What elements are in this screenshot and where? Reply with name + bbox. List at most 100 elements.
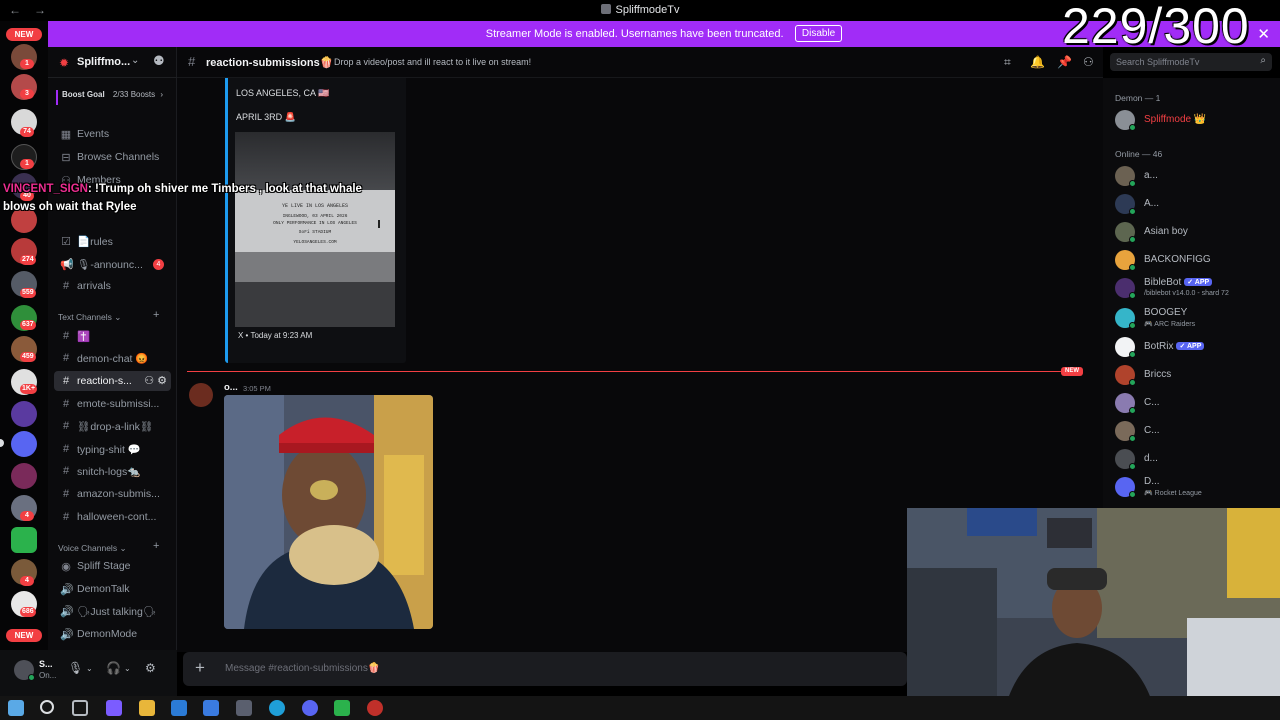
windows-taskbar (0, 696, 1280, 720)
search-input[interactable]: Search SpliffmodeTv ⌕ (1110, 53, 1272, 71)
mention-badge: 637 (20, 320, 36, 330)
member-row[interactable]: D... 🎮 Rocket League (1115, 475, 1275, 501)
channel-rules[interactable]: ☑ 📄rules (54, 231, 171, 251)
disable-streamer-mode-button[interactable]: Disable (794, 25, 843, 42)
server-icon[interactable] (11, 401, 37, 427)
channel-settings-icon[interactable]: ⚇ ⚙ (144, 374, 167, 387)
message-composer[interactable]: + Message #reaction-submissions🍿 (183, 652, 907, 686)
sidebar-item-events[interactable]: ▦ Events (54, 124, 171, 144)
channel-cross[interactable]: # ✝️ (54, 326, 171, 346)
settings-gear-icon[interactable]: ⚙ (145, 661, 156, 675)
window-title-text: SpliffmodeTv (615, 4, 680, 16)
server-rail: NEW 1 3 74 1 40 274 559 637 459 1K+ 4 4 … (0, 21, 48, 696)
category-voice-channels[interactable]: Voice Channels ⌄ (58, 543, 127, 554)
status-online-indicator (1129, 407, 1136, 414)
kick-app-icon[interactable] (334, 700, 350, 716)
channel-topic[interactable]: Drop a video/post and ill react to it li… (334, 57, 531, 67)
voice-channel-demontalk[interactable]: 🔊 DemonTalk (54, 579, 171, 599)
voice-channel-just-talking[interactable]: 🔊 🗣Just talking🗣 (54, 601, 171, 621)
member-row[interactable]: C... (1115, 391, 1275, 417)
user-name[interactable]: S... (39, 659, 53, 669)
channel-snitch-logs[interactable]: # snitch-logs🐀 (54, 461, 171, 481)
pinned-messages-icon[interactable]: 📌 (1057, 55, 1072, 69)
announce-icon: 📢 (60, 259, 74, 271)
hash-icon: # (188, 54, 196, 69)
member-row[interactable]: Asian boy (1115, 220, 1275, 246)
channel-arrivals[interactable]: # arrivals (54, 276, 171, 296)
guild-header[interactable]: ✹ Spliffmo... ⌄ ⚉ (48, 47, 177, 78)
status-online-indicator (1129, 292, 1136, 299)
channel-emote-submissions[interactable]: # emote-submissi... (54, 394, 171, 414)
new-unreads-pill[interactable]: NEW (6, 629, 42, 642)
headphones-icon[interactable]: 🎧 (106, 661, 121, 675)
member-row[interactable]: Briccs (1115, 363, 1275, 389)
start-menu-icon[interactable] (8, 700, 24, 716)
link-embed[interactable]: LOS ANGELES, CA 🇺🇸 APRIL 3RD 🚨 YE LIVE I… (225, 78, 406, 363)
channel-drop-a-link[interactable]: # ⛓drop-a-link⛓ (54, 416, 171, 436)
embed-image[interactable]: YE LIVE IN LOS ANGELES INGLEWOOD, 03 APR… (235, 132, 395, 327)
voice-channel-demonmode[interactable]: 🔊 DemonMode (54, 624, 171, 644)
threads-icon[interactable]: ⌗ (1004, 55, 1011, 70)
avatar[interactable] (189, 383, 213, 407)
app-icon[interactable] (236, 700, 252, 716)
member-list-icon[interactable]: ⚇ (1083, 55, 1094, 69)
add-channel-icon[interactable]: + (153, 540, 159, 552)
channel-halloween-contest[interactable]: # halloween-cont... (54, 507, 171, 527)
search-icon[interactable] (40, 700, 54, 714)
member-row[interactable]: BibleBot ✓ APP/biblebot v14.0.0 - shard 7… (1115, 276, 1275, 302)
member-row[interactable]: a... (1115, 164, 1275, 190)
member-row[interactable]: A... (1115, 192, 1275, 218)
edge-browser-icon[interactable] (269, 700, 285, 716)
notification-bell-icon[interactable]: 🔔 (1030, 55, 1045, 69)
microphone-icon[interactable]: 🎙 (68, 661, 83, 675)
mention-badge: 274 (20, 255, 36, 265)
status-online-indicator (1129, 351, 1136, 358)
message-author[interactable]: o... (224, 382, 238, 393)
channel-demon-chat[interactable]: # demon-chat 😡 (54, 348, 171, 368)
close-banner-icon[interactable]: ✕ (1257, 25, 1270, 43)
mail-icon[interactable] (171, 700, 187, 716)
task-view-icon[interactable] (72, 700, 88, 716)
chevron-down-icon: ⌄ (119, 543, 127, 553)
new-unreads-pill[interactable]: NEW (6, 28, 42, 41)
boost-goal-count: 2/33 Boosts (112, 90, 156, 99)
copilot-icon[interactable] (106, 700, 122, 716)
member-name: C... (1144, 425, 1160, 436)
invite-people-icon[interactable]: ⚉ (153, 53, 165, 69)
store-icon[interactable] (203, 700, 219, 716)
boost-goal[interactable]: Boost Goal 2/33 Boosts › (56, 90, 169, 105)
message-image-attachment[interactable] (224, 395, 433, 629)
member-row[interactable]: C... (1115, 419, 1275, 445)
chevron-down-icon[interactable]: ⌄ (131, 55, 139, 66)
voice-channel-spliff-stage[interactable]: ◉ Spliff Stage (54, 556, 171, 576)
channel-reaction-submissions[interactable]: # reaction-s... ⚇ ⚙ (54, 371, 171, 391)
status-online-indicator (1129, 322, 1136, 329)
hash-icon: # (62, 280, 70, 292)
channel-typing[interactable]: # typing-shit 💬 (54, 439, 171, 459)
file-explorer-icon[interactable] (139, 700, 155, 716)
channel-label: emote-submissi... (77, 398, 160, 410)
mention-badge: 74 (20, 127, 34, 137)
chat-header: # reaction-submissions🍿 Drop a video/pos… (177, 47, 1103, 78)
chevron-down-icon[interactable]: ⌄ (86, 664, 93, 673)
member-row[interactable]: d... (1115, 447, 1275, 473)
discord-icon[interactable] (302, 700, 318, 716)
member-row[interactable]: Spliffmode 👑 (1115, 108, 1275, 134)
category-text-channels[interactable]: Text Channels ⌄ (58, 312, 121, 323)
obs-icon[interactable] (367, 700, 383, 716)
sidebar-item-browse-channels[interactable]: ⊟ Browse Channels (54, 147, 171, 167)
member-name: D... (1144, 476, 1160, 487)
chevron-down-icon[interactable]: ⌄ (124, 664, 131, 673)
server-icon[interactable] (11, 463, 37, 489)
channel-title: reaction-submissions🍿 (206, 57, 334, 69)
add-channel-icon[interactable]: + (153, 309, 159, 321)
server-icon[interactable] (11, 431, 37, 457)
kick-server-icon[interactable] (11, 527, 37, 553)
add-attachment-icon[interactable]: + (195, 658, 205, 678)
channel-announcements[interactable]: 📢 🎙-announc... 4 (54, 254, 171, 274)
channel-amazon-submissions[interactable]: # amazon-submis... (54, 484, 171, 504)
member-row[interactable]: BotRix ✓ APP (1115, 335, 1275, 361)
calendar-icon: ▦ (60, 129, 72, 141)
member-row[interactable]: BACKONFIGG (1115, 248, 1275, 274)
member-row[interactable]: BOOGEY 🎮 ARC Raiders (1115, 306, 1275, 332)
